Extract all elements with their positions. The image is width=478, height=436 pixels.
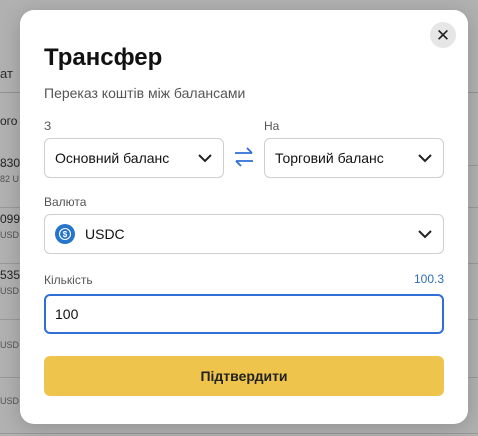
currency-select[interactable]: $ USDC [44, 214, 444, 254]
transfer-modal: ✕ Трансфер Переказ коштів між балансами … [20, 10, 468, 424]
usdc-coin-icon: $ [55, 224, 75, 244]
svg-text:$: $ [63, 230, 68, 239]
from-label: З [44, 119, 52, 133]
swap-arrows-icon[interactable] [232, 146, 256, 168]
close-button[interactable]: ✕ [430, 22, 456, 48]
modal-subtitle: Переказ коштів між балансами [44, 85, 246, 101]
amount-label: Кількість [44, 273, 93, 287]
to-balance-value: Торговий баланс [275, 150, 384, 166]
max-amount-link[interactable]: 100.3 [414, 272, 444, 286]
chevron-down-icon [418, 154, 432, 163]
to-label: На [264, 119, 280, 133]
confirm-button[interactable]: Підтвердити [44, 356, 444, 396]
currency-value: USDC [85, 226, 125, 242]
chevron-down-icon [198, 154, 212, 163]
from-balance-value: Основний баланс [55, 150, 170, 166]
chevron-down-icon [418, 230, 432, 239]
modal-title: Трансфер [44, 44, 163, 71]
to-balance-select[interactable]: Торговий баланс [264, 138, 444, 178]
currency-label: Валюта [44, 195, 87, 209]
from-balance-select[interactable]: Основний баланс [44, 138, 224, 178]
close-icon: ✕ [435, 25, 451, 45]
amount-input[interactable] [44, 294, 444, 334]
